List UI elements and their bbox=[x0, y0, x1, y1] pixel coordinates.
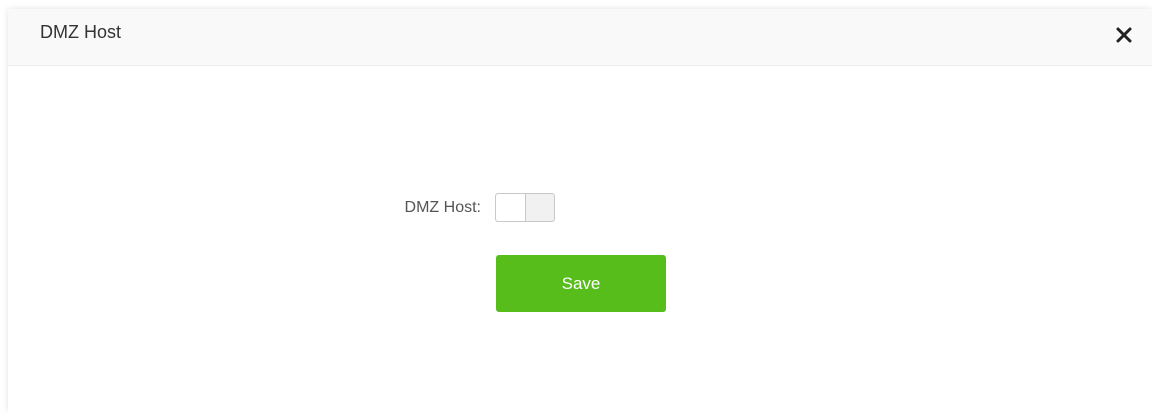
dmz-host-toggle[interactable] bbox=[495, 193, 555, 222]
save-button[interactable]: Save bbox=[496, 255, 666, 312]
dialog-title: DMZ Host bbox=[40, 22, 121, 42]
dmz-host-dialog: DMZ Host DMZ Host: Save bbox=[8, 9, 1152, 412]
dialog-header: DMZ Host bbox=[8, 9, 1152, 66]
dmz-host-row: DMZ Host: bbox=[8, 193, 1152, 223]
close-icon[interactable] bbox=[1114, 25, 1134, 45]
dmz-host-label: DMZ Host: bbox=[404, 199, 481, 216]
toggle-knob bbox=[496, 194, 526, 221]
